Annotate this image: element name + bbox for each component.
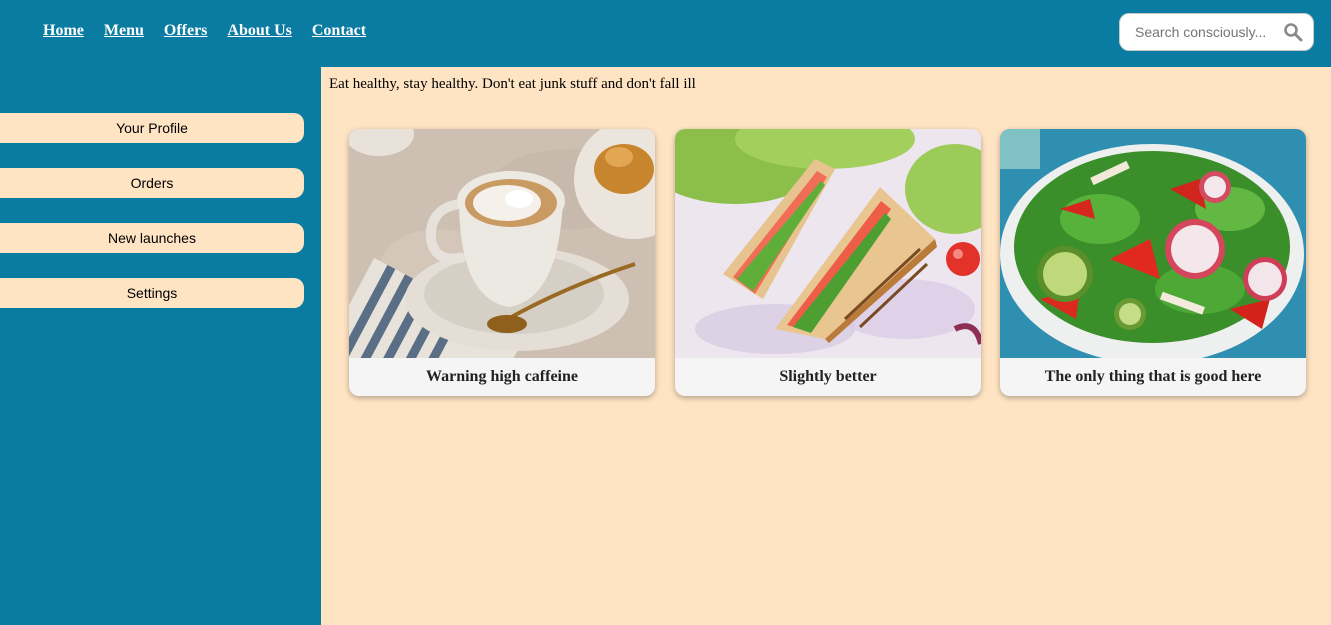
nav-contact-link[interactable]: Contact [312, 22, 366, 40]
nav-offers-link[interactable]: Offers [164, 22, 208, 40]
search-box [1119, 13, 1314, 51]
card-caption: Slightly better [779, 368, 877, 385]
sidebar-item-settings[interactable]: Settings [0, 278, 304, 308]
sidebar-item-orders[interactable]: Orders [0, 168, 304, 198]
product-card-salad[interactable]: The only thing that is good here [1000, 129, 1306, 396]
search-input[interactable] [1135, 24, 1285, 40]
nav-home-link[interactable]: Home [43, 22, 84, 40]
product-card-sandwich[interactable]: Slightly better [675, 129, 981, 396]
nav-menu-link[interactable]: Menu [104, 22, 144, 40]
card-caption: Warning high caffeine [425, 368, 578, 385]
sandwich-photo [675, 129, 981, 358]
card-caption: The only thing that is good here [1044, 368, 1262, 385]
product-card-coffee[interactable]: Warning high caffeine [349, 129, 655, 396]
page-tagline: Eat healthy, stay healthy. Don't eat jun… [329, 76, 696, 92]
main-nav: Home Menu Offers About Us Contact [43, 22, 366, 40]
top-nav-bar: Home Menu Offers About Us Contact [0, 0, 1331, 67]
sidebar: Your Profile Orders New launches Setting… [0, 67, 321, 625]
nav-about-us-link[interactable]: About Us [227, 22, 291, 40]
sidebar-item-new-launches[interactable]: New launches [0, 223, 304, 253]
sidebar-item-your-profile[interactable]: Your Profile [0, 113, 304, 143]
coffee-cup-photo [349, 129, 655, 358]
salad-bowl-photo [1000, 129, 1306, 358]
search-icon[interactable] [1283, 22, 1303, 42]
